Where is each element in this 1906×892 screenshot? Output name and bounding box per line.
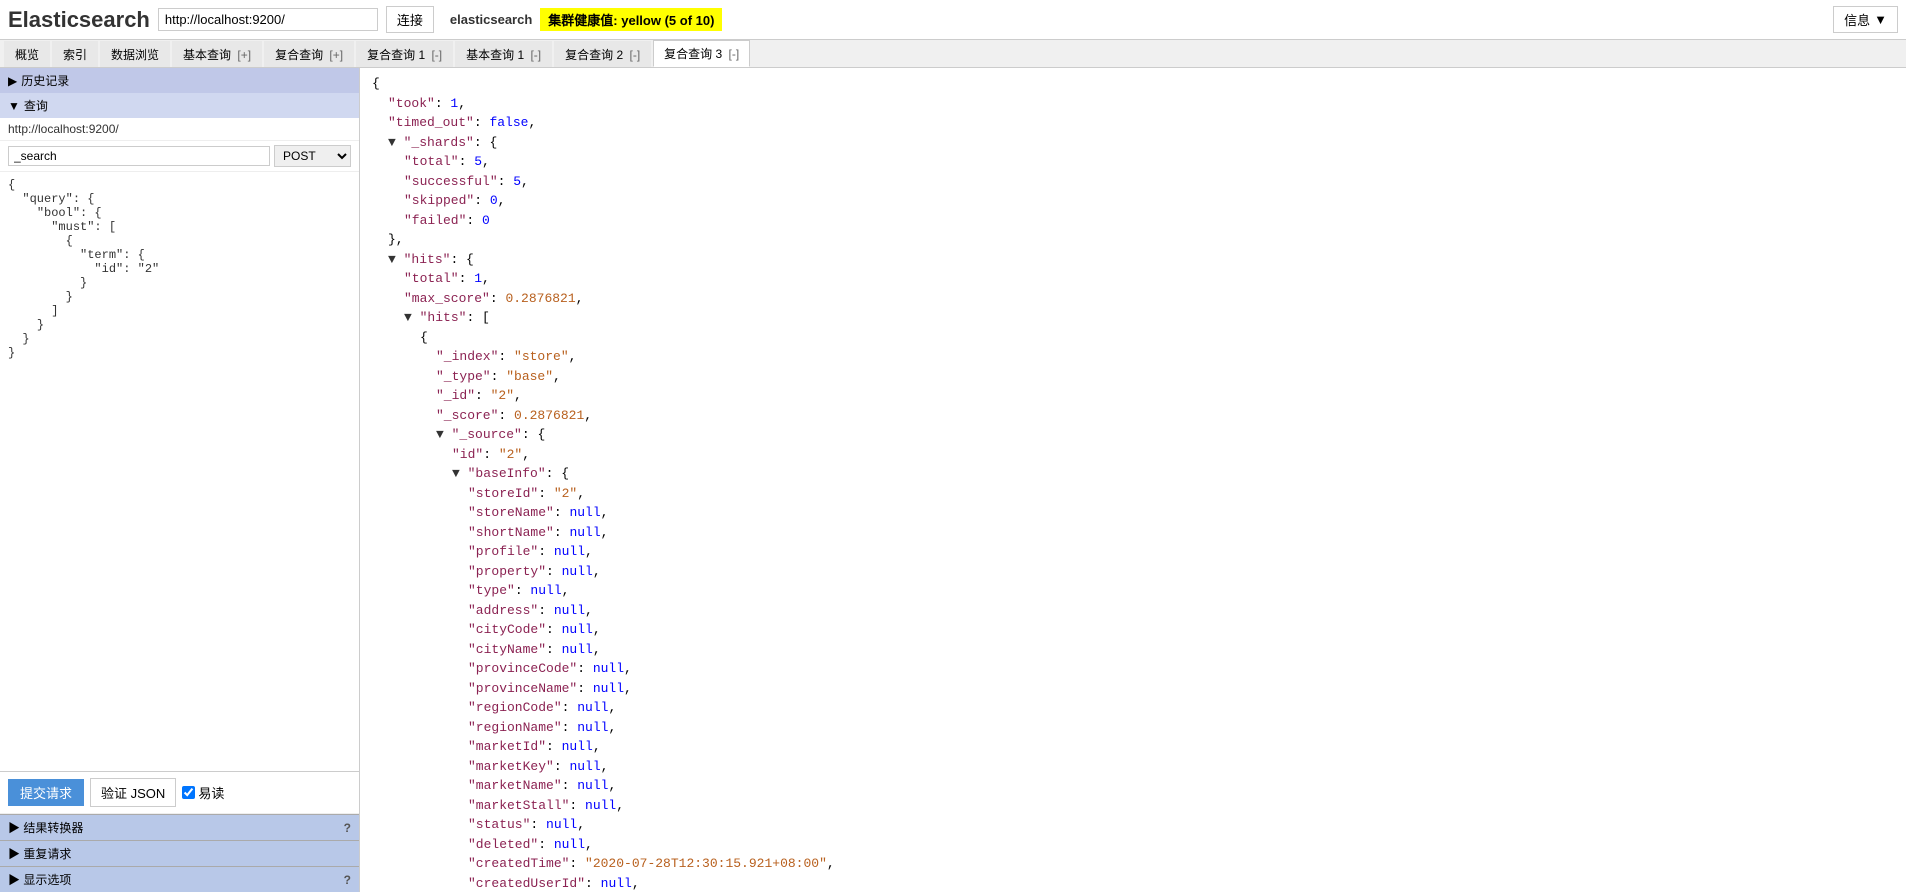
chevron-down-icon: ▼: [1874, 12, 1887, 27]
cluster-name: elasticsearch: [450, 12, 532, 27]
header: Elasticsearch 连接 elasticsearch 集群健康值: ye…: [0, 0, 1906, 40]
tab-basic-query-1[interactable]: 基本查询 1 [-]: [455, 41, 552, 67]
json-line: "storeName": null,: [372, 503, 1894, 523]
triangle-down-icon: ▼: [8, 99, 20, 113]
json-line: "_score": 0.2876821,: [372, 406, 1894, 426]
json-line: "_type": "base",: [372, 367, 1894, 387]
json-line: "storeId": "2",: [372, 484, 1894, 504]
json-line: ▼ "hits": {: [372, 250, 1894, 270]
json-line: {: [372, 74, 1894, 94]
json-line: "max_score": 0.2876821,: [372, 289, 1894, 309]
json-line: ▼ "baseInfo": {: [372, 464, 1894, 484]
json-line: "regionName": null,: [372, 718, 1894, 738]
info-button[interactable]: 信息 ▼: [1833, 6, 1898, 33]
tab-compound-query[interactable]: 复合查询 [+]: [264, 41, 354, 67]
query-url: http://localhost:9200/: [0, 118, 359, 141]
easy-read-label[interactable]: 易读: [182, 783, 224, 802]
triangle-right-icon-3: ▶: [8, 847, 20, 861]
json-line: "createdTime": "2020-07-28T12:30:15.921+…: [372, 854, 1894, 874]
json-line: "property": null,: [372, 562, 1894, 582]
json-line: "_id": "2",: [372, 386, 1894, 406]
easy-read-checkbox[interactable]: [182, 786, 195, 799]
repeat-request-section[interactable]: ▶ 重复请求: [0, 840, 359, 866]
history-section[interactable]: ▶ 历史记录: [0, 68, 359, 93]
json-line: "marketStall": null,: [372, 796, 1894, 816]
json-line: "deleted": null,: [372, 835, 1894, 855]
triangle-right-icon-4: ▶: [8, 873, 20, 887]
easy-read-text: 易读: [198, 783, 224, 802]
json-line: "_index": "store",: [372, 347, 1894, 367]
url-input[interactable]: [158, 8, 378, 31]
json-line: "cityCode": null,: [372, 620, 1894, 640]
search-row: POST GET PUT DELETE: [0, 141, 359, 172]
json-line: "createdUserId": null,: [372, 874, 1894, 892]
json-line: {: [372, 328, 1894, 348]
json-line: "failed": 0: [372, 211, 1894, 231]
json-line: "provinceName": null,: [372, 679, 1894, 699]
tab-overview[interactable]: 概览: [4, 41, 50, 67]
json-line: "id": "2",: [372, 445, 1894, 465]
tab-compound-query-2[interactable]: 复合查询 2 [-]: [554, 41, 651, 67]
result-transformer-label: 结果转换器: [23, 821, 83, 835]
method-select[interactable]: POST GET PUT DELETE: [274, 145, 351, 167]
right-panel: { "took": 1, "timed_out": false, ▼ "_sha…: [360, 68, 1906, 892]
json-line: "shortName": null,: [372, 523, 1894, 543]
json-line: "marketId": null,: [372, 737, 1894, 757]
json-line: "took": 1,: [372, 94, 1894, 114]
json-line: "successful": 5,: [372, 172, 1894, 192]
json-line: "type": null,: [372, 581, 1894, 601]
result-transformer-help[interactable]: ?: [344, 821, 351, 835]
json-line: "skipped": 0,: [372, 191, 1894, 211]
json-line: "provinceCode": null,: [372, 659, 1894, 679]
history-label: 历史记录: [21, 72, 69, 89]
action-buttons: 提交请求 验证 JSON 易读: [0, 772, 359, 814]
tab-compound-query-1[interactable]: 复合查询 1 [-]: [356, 41, 453, 67]
json-line: "address": null,: [372, 601, 1894, 621]
json-line: "total": 5,: [372, 152, 1894, 172]
result-transformer-section[interactable]: ▶ 结果转换器 ?: [0, 814, 359, 840]
json-line: ▼ "_shards": {: [372, 133, 1894, 153]
display-options-help[interactable]: ?: [344, 873, 351, 887]
repeat-request-label: 重复请求: [23, 847, 71, 861]
tab-index[interactable]: 索引: [52, 41, 98, 67]
json-line: "profile": null,: [372, 542, 1894, 562]
triangle-right-icon-2: ▶: [8, 821, 20, 835]
validate-button[interactable]: 验证 JSON: [90, 778, 176, 807]
search-path-input[interactable]: [8, 146, 270, 166]
display-options-section[interactable]: ▶ 显示选项 ?: [0, 866, 359, 892]
tab-basic-query[interactable]: 基本查询 [+]: [172, 41, 262, 67]
tab-data-browse[interactable]: 数据浏览: [100, 41, 170, 67]
display-options-label: 显示选项: [23, 873, 71, 887]
left-panel: ▶ 历史记录 ▼ 查询 http://localhost:9200/ POST …: [0, 68, 360, 892]
health-badge: 集群健康值: yellow (5 of 10): [540, 8, 722, 31]
triangle-right-icon: ▶: [8, 74, 17, 88]
json-line: "cityName": null,: [372, 640, 1894, 660]
json-line: ▼ "hits": [: [372, 308, 1894, 328]
tab-compound-query-3[interactable]: 复合查询 3 [-]: [653, 40, 750, 67]
info-label: 信息: [1844, 10, 1870, 29]
json-line: "regionCode": null,: [372, 698, 1894, 718]
tab-bar: 概览 索引 数据浏览 基本查询 [+] 复合查询 [+] 复合查询 1 [-] …: [0, 40, 1906, 68]
connect-button[interactable]: 连接: [386, 6, 434, 33]
app-logo: Elasticsearch: [8, 7, 150, 33]
json-line: },: [372, 230, 1894, 250]
submit-button[interactable]: 提交请求: [8, 779, 84, 806]
query-editor[interactable]: { "query": { "bool": { "must": [ { "term…: [0, 172, 359, 772]
json-line: ▼ "_source": {: [372, 425, 1894, 445]
query-label: 查询: [24, 97, 48, 114]
query-section[interactable]: ▼ 查询: [0, 93, 359, 118]
json-line: "marketKey": null,: [372, 757, 1894, 777]
json-line: "status": null,: [372, 815, 1894, 835]
main-layout: ▶ 历史记录 ▼ 查询 http://localhost:9200/ POST …: [0, 68, 1906, 892]
json-line: "timed_out": false,: [372, 113, 1894, 133]
json-line: "total": 1,: [372, 269, 1894, 289]
json-line: "marketName": null,: [372, 776, 1894, 796]
